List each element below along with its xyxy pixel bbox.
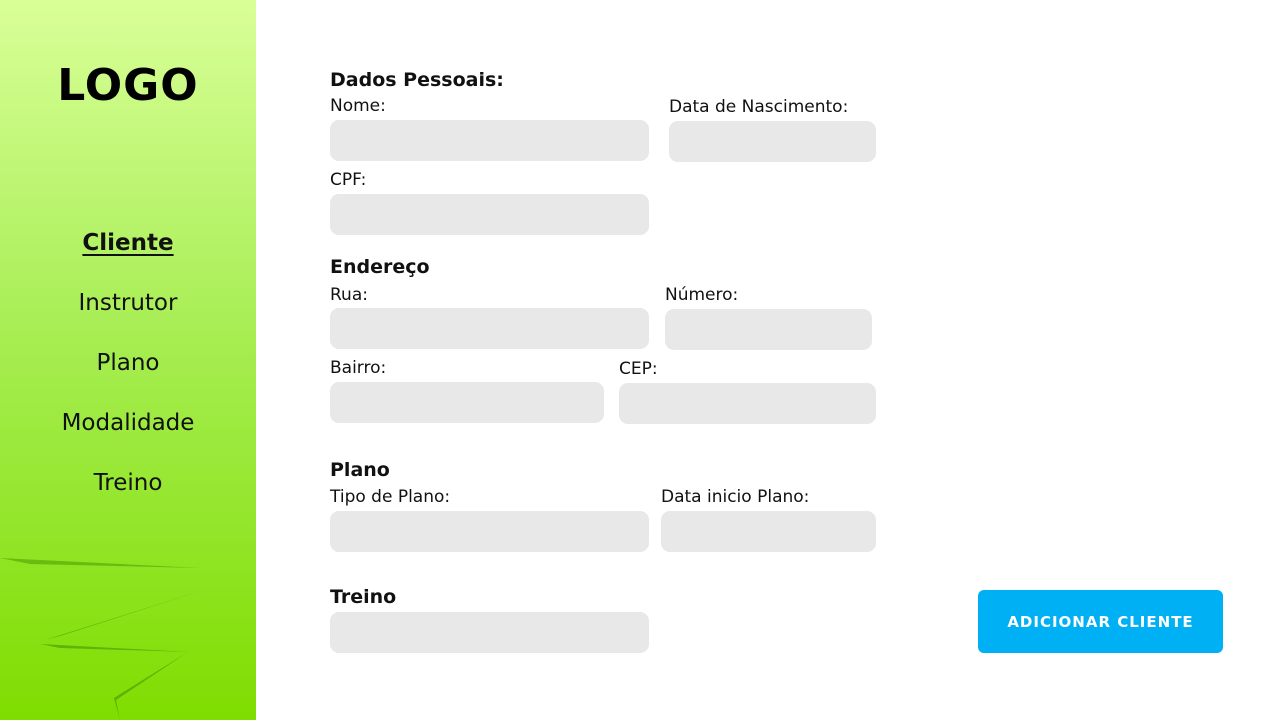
sidebar-item-cliente[interactable]: Cliente [0,230,256,256]
sidebar-item-treino[interactable]: Treino [0,470,256,496]
nome-input[interactable] [330,120,649,161]
sidebar-item-instrutor[interactable]: Instrutor [0,290,256,316]
rua-input[interactable] [330,308,649,349]
sidebar-item-plano[interactable]: Plano [0,350,256,376]
section-title-plano: Plano [330,459,390,481]
cep-input[interactable] [619,383,876,424]
label-cep: CEP: [619,359,658,379]
label-rua: Rua: [330,285,368,305]
label-data-nascimento: Data de Nascimento: [669,97,849,117]
label-data-inicio-plano: Data inicio Plano: [661,487,810,507]
treino-input[interactable] [330,612,649,653]
section-title-dados-pessoais: Dados Pessoais: [330,69,504,91]
cpf-input[interactable] [330,194,649,235]
section-title-treino: Treino [330,586,397,608]
bairro-input[interactable] [330,382,604,423]
label-cpf: CPF: [330,170,367,190]
label-bairro: Bairro: [330,358,387,378]
label-nome: Nome: [330,96,386,116]
sidebar: LOGO Cliente Instrutor Plano Modalidade … [0,0,256,720]
label-tipo-plano: Tipo de Plano: [330,487,451,507]
sidebar-item-modalidade[interactable]: Modalidade [0,410,256,436]
label-numero: Número: [665,285,739,305]
logo: LOGO [57,60,199,111]
app-window: LOGO Cliente Instrutor Plano Modalidade … [0,0,1280,720]
add-client-button[interactable]: ADICIONAR CLIENTE [978,590,1223,653]
tipo-plano-input[interactable] [330,511,649,552]
data-inicio-plano-input[interactable] [661,511,876,552]
section-title-endereco: Endereço [330,256,430,278]
numero-input[interactable] [665,309,872,350]
decorative-lines [0,558,210,720]
data-nascimento-input[interactable] [669,121,876,162]
